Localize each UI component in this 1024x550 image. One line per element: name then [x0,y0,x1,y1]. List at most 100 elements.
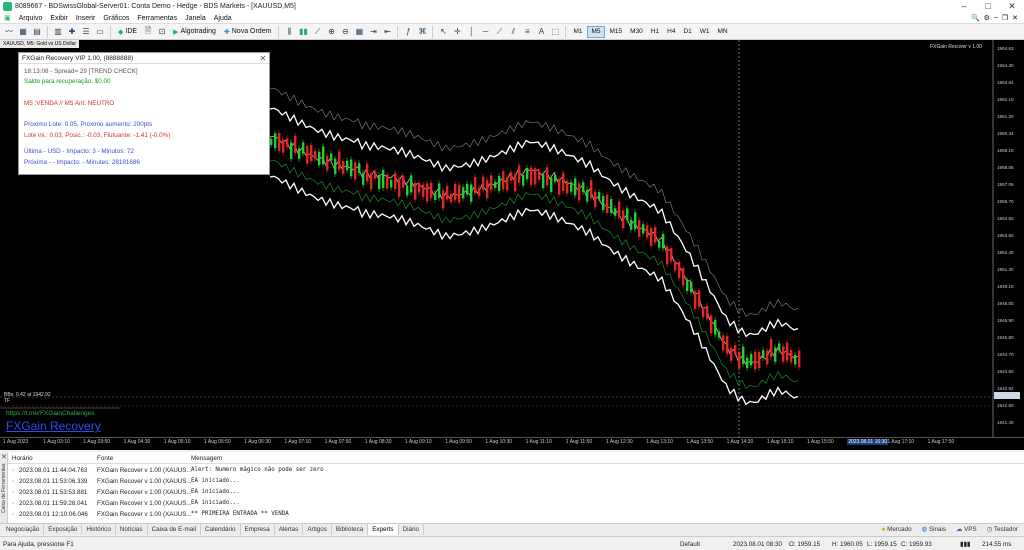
tab-calendario[interactable]: Calendário [201,524,241,535]
candle-body [410,175,413,193]
channel-icon[interactable]: ⫽ [507,26,519,38]
log-row[interactable]: ◦ 2023.08.01 11:53:53.881 FXGain Recover v… [8,487,1024,498]
tab-exposicao[interactable]: Exposição [44,524,83,535]
chart-close-button[interactable]: ✕ [1012,14,1018,22]
minimize-button[interactable]: – [952,1,976,12]
timeframe-mn[interactable]: MN [715,26,731,38]
tab-caixa-de-e-mail[interactable]: Caixa de E-mail [148,524,202,535]
ea-last-news-line: Última - USD - Impacto: 3 - Minutos: 72 [24,148,134,155]
column-header-time[interactable]: Horário [12,455,33,462]
trendline-icon[interactable]: ⟋ [493,26,505,38]
menu-item-exibir[interactable]: Exibir [46,15,72,22]
chart-restore-button[interactable]: ❐ [1002,14,1008,22]
tab-noticias[interactable]: Notícias [116,524,148,535]
candle-body [338,151,341,170]
log-row[interactable]: ◦ 2023.08.01 11:44:04.763 FXGain Recover v… [8,465,1024,476]
tf-label: TF [4,398,11,404]
log-row[interactable]: ◦ 2023.08.01 11:59:28.041 FXGain Recover v… [8,498,1024,509]
time-tick-label: 1 Aug 17:10 [887,439,915,445]
price-chart[interactable]: 1964.63 1964.30 1963.64 1962.10 1961.20 1960.… [0,40,1024,450]
time-tick-label: 1 Aug 15:50 [807,439,834,445]
column-header-source[interactable]: Fonte [97,455,113,462]
menu-item-ferramentas[interactable]: Ferramentas [133,15,181,22]
candle-body [434,193,437,201]
search-icon[interactable]: 🔍 [971,14,980,22]
menu-item-inserir[interactable]: Inserir [72,15,99,22]
horizontal-line-icon[interactable]: ─ [479,26,491,38]
autoscroll-icon[interactable]: ⇥ [367,26,379,38]
menu-item-graficos[interactable]: Gráficos [99,15,133,22]
fibonacci-icon[interactable]: ≡ [521,26,533,38]
toolbox-icon[interactable]: ▭ [94,26,106,38]
line-chart-icon[interactable]: ⟋ [311,26,323,38]
menu-item-arquivo[interactable]: Arquivo [15,15,47,22]
new-order-button[interactable]: ✚ Nova Ordem [221,26,275,38]
candle-body [314,150,317,159]
candle-body [642,224,645,234]
script-icon[interactable]: 🖹 [142,26,154,38]
market-link[interactable]: ● Mercado [882,526,912,533]
menu-item-janela[interactable]: Janela [181,15,210,22]
timeframe-d1[interactable]: D1 [680,26,694,38]
maximize-button[interactable]: □ [976,1,1000,12]
crosshair-icon[interactable]: ✛ [451,26,463,38]
vps-link[interactable]: ☁ VPS [956,526,977,533]
cursor-icon[interactable]: ↖ [437,26,449,38]
chart-shift-icon[interactable]: ⇤ [381,26,393,38]
gear-icon[interactable]: ⚙ [984,14,990,22]
menu-item-ajuda[interactable]: Ajuda [210,15,236,22]
timeframe-m15[interactable]: M15 [607,26,626,38]
tester-link[interactable]: ◷ Testador [987,526,1018,533]
text-tool-icon[interactable]: A [535,26,547,38]
zoom-out-icon[interactable]: ⊖ [339,26,351,38]
timeframe-w1[interactable]: W1 [697,26,713,38]
timeframe-m30[interactable]: M30 [627,26,646,38]
tab-empresa[interactable]: Empresa [241,524,275,535]
algotrading-button[interactable]: ▶ Algotrading [170,26,219,38]
chart-minimize-button[interactable]: – [994,14,998,22]
candlestick-icon[interactable]: ▮▮ [297,26,309,38]
bar-chart-icon[interactable]: ⫼ [283,26,295,38]
signals-link[interactable]: ◍ Sinais [922,526,946,533]
timeframe-m5[interactable]: M5 [587,25,605,38]
tab-biblioteca[interactable]: Biblioteca [332,524,369,535]
tab-diario[interactable]: Diário [399,524,425,535]
close-window-button[interactable]: ✕ [1000,1,1024,12]
indicators-icon[interactable]: ƒ [402,26,414,38]
tab-historico[interactable]: Histórico [82,524,116,535]
brand-link[interactable]: FXGain Recovery [6,419,101,433]
log-row[interactable]: ◦ 2023.08.01 11:53:06.339 FXGain Recover v… [8,476,1024,487]
tile-windows-icon[interactable]: ▦ [353,26,365,38]
ide-button[interactable]: ◆ IDE [115,26,140,38]
data-window-icon[interactable]: ✚ [66,26,78,38]
candle-body [498,175,501,191]
ea-info-panel[interactable]: FXGain Recovery VIP 1.00, (8888888) ✕ 18… [18,52,270,175]
price-tick-label: 1957.06 [997,182,1014,187]
chart-symbol-label: XAUUSD, M5: Gold vs US Dollar [0,40,80,48]
time-tick-label: 1 Aug 05:50 [204,439,231,445]
navigator-icon[interactable]: ☰ [80,26,92,38]
vertical-line-icon[interactable]: │ [465,26,477,38]
profiles-icon[interactable]: ▤ [31,26,43,38]
timeframe-m1[interactable]: M1 [570,26,585,38]
candle-body [478,187,481,197]
new-chart-icon[interactable]: ▦ [17,26,29,38]
ea-panel-close-icon[interactable]: ✕ [257,54,269,63]
templates-icon[interactable]: ⌘ [416,26,428,38]
market-watch-icon[interactable]: ▥ [52,26,64,38]
zoom-in-icon[interactable]: ⊕ [325,26,337,38]
shapes-icon[interactable]: ⬚ [549,26,561,38]
tab-artigos[interactable]: Artigos [303,524,332,535]
tab-negociacao[interactable]: Negociação [2,524,45,535]
timeframe-h1[interactable]: H1 [648,26,662,38]
log-row[interactable]: ◦ 2023.08.01 12:10:06.046 FXGain Recover v… [8,509,1024,520]
telegram-link[interactable]: https://t.me/FXGainChallenges [6,410,95,417]
timeframe-h4[interactable]: H4 [664,26,678,38]
tab-alertas[interactable]: Alertas [275,524,304,535]
candle-body [286,138,289,147]
lock-icon[interactable]: ⊡ [156,26,168,38]
toolbox-close-icon[interactable]: ✕ [1,453,7,461]
chart-lines-icon[interactable]: 〰 [3,26,15,38]
tab-experts[interactable]: Experts [368,524,399,535]
column-header-message[interactable]: Mensagem [191,455,222,462]
